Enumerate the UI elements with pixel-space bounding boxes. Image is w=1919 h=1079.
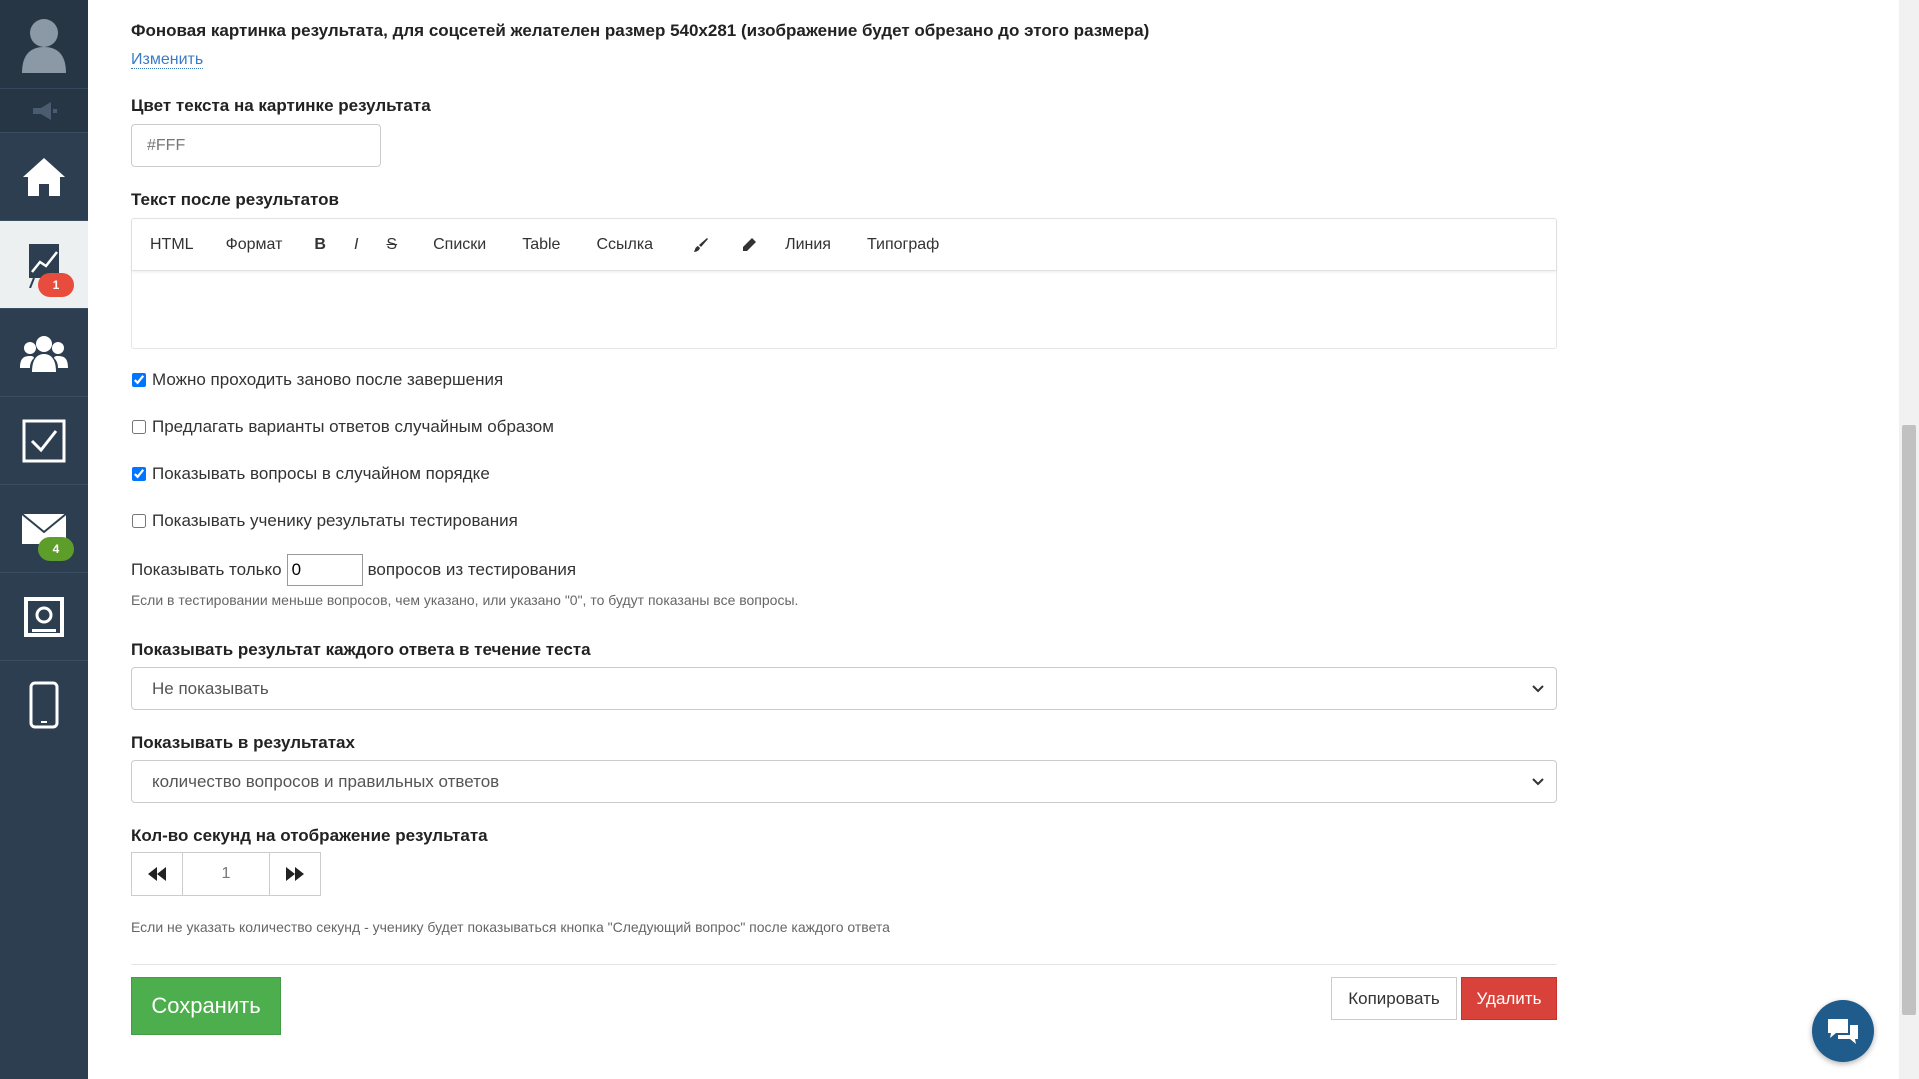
after-text-label: Текст после результатов xyxy=(131,190,339,209)
editor-body[interactable] xyxy=(132,271,1556,348)
show-results-checkbox[interactable] xyxy=(132,514,146,528)
marker-icon xyxy=(743,237,757,251)
delete-button[interactable]: Удалить xyxy=(1461,977,1557,1020)
in-results-selected: количество вопросов и правильных ответов xyxy=(152,771,500,791)
each-answer-select[interactable]: Не показывать xyxy=(131,667,1557,710)
scrollbar[interactable] xyxy=(1899,0,1919,1079)
seconds-decrement-button[interactable] xyxy=(132,853,182,895)
sidebar-item-mail[interactable]: 4 xyxy=(0,484,88,572)
text-color-input[interactable] xyxy=(131,124,381,167)
toolbar-bold-button[interactable]: B xyxy=(302,219,338,270)
toolbar-typograph-button[interactable]: Типограф xyxy=(855,219,951,270)
checkbox-random-answers[interactable]: Предлагать варианты ответов случайным об… xyxy=(131,417,554,437)
random-questions-label: Показывать вопросы в случайном порядке xyxy=(152,464,490,483)
megaphone-icon xyxy=(33,101,57,120)
checkbox-retake[interactable]: Можно проходить заново после завершения xyxy=(131,370,503,390)
notifications-toggle[interactable] xyxy=(0,88,88,132)
toolbar-italic-button[interactable]: I xyxy=(338,219,374,270)
save-button[interactable]: Сохранить xyxy=(131,977,281,1035)
seconds-hint: Если не указать количество секунд - учен… xyxy=(131,919,890,935)
toolbar-marker-button[interactable] xyxy=(725,219,773,270)
editor-toolbar: HTML Формат B I S Списки Table Ссылка Ли… xyxy=(132,219,1556,271)
sidebar-item-users[interactable] xyxy=(0,308,88,396)
bg-image-label: Фоновая картинка результата, для соцсете… xyxy=(131,21,1150,40)
divider xyxy=(131,964,1557,965)
in-results-select[interactable]: количество вопросов и правильных ответов xyxy=(131,760,1557,803)
brush-icon xyxy=(694,237,709,252)
checkbox-random-questions[interactable]: Показывать вопросы в случайном порядке xyxy=(131,464,490,484)
mobile-icon xyxy=(29,681,59,728)
scrollbar-thumb[interactable] xyxy=(1902,425,1916,1015)
each-answer-label: Показывать результат каждого ответа в те… xyxy=(131,640,591,659)
home-icon xyxy=(23,157,65,196)
show-only-hint: Если в тестировании меньше вопросов, чем… xyxy=(131,592,799,608)
toolbar-table-button[interactable]: Table xyxy=(510,219,584,270)
show-only-input[interactable] xyxy=(286,554,363,586)
toolbar-link-button[interactable]: Ссылка xyxy=(584,219,677,270)
retake-label: Можно проходить заново после завершения xyxy=(152,370,504,389)
show-only-prefix: Показывать только xyxy=(131,560,282,579)
sidebar: 1 4 xyxy=(0,0,88,1079)
checkbox-show-results[interactable]: Показывать ученику результаты тестирован… xyxy=(131,511,518,531)
seconds-value[interactable]: 1 xyxy=(182,853,270,895)
user-avatar-icon xyxy=(22,19,66,73)
show-only-suffix: вопросов из тестирования xyxy=(367,560,577,579)
copy-button[interactable]: Копировать xyxy=(1331,977,1457,1020)
sidebar-item-stats[interactable]: 1 xyxy=(0,220,88,308)
settings-icon xyxy=(24,596,64,637)
backward-icon xyxy=(148,867,166,881)
sidebar-item-tasks[interactable] xyxy=(0,396,88,484)
toolbar-brush-button[interactable] xyxy=(677,219,725,270)
toolbar-lists-button[interactable]: Списки xyxy=(421,219,510,270)
text-color-label: Цвет текста на картинке результата xyxy=(131,96,431,115)
seconds-increment-button[interactable] xyxy=(270,853,320,895)
chevron-down-icon xyxy=(1532,684,1544,692)
retake-checkbox[interactable] xyxy=(132,373,146,387)
each-answer-selected: Не показывать xyxy=(152,678,269,698)
show-results-label: Показывать ученику результаты тестирован… xyxy=(152,511,518,530)
chat-button[interactable] xyxy=(1812,1000,1874,1062)
seconds-stepper: 1 xyxy=(131,852,321,896)
rich-text-editor: HTML Формат B I S Списки Table Ссылка Ли… xyxy=(131,218,1557,349)
random-answers-label: Предлагать варианты ответов случайным об… xyxy=(152,417,554,436)
stats-badge: 1 xyxy=(38,273,74,297)
mail-badge: 4 xyxy=(38,537,74,561)
random-answers-checkbox[interactable] xyxy=(132,420,146,434)
checkbox-icon xyxy=(22,419,66,462)
sidebar-item-home[interactable] xyxy=(0,132,88,220)
chevron-down-icon xyxy=(1532,777,1544,785)
users-icon xyxy=(20,335,68,372)
avatar[interactable] xyxy=(0,0,88,88)
show-only-row: Показывать только вопросов из тестирован… xyxy=(131,554,576,586)
random-questions-checkbox[interactable] xyxy=(132,467,146,481)
toolbar-strike-button[interactable]: S xyxy=(374,219,421,270)
toolbar-line-button[interactable]: Линия xyxy=(773,219,855,270)
in-results-label: Показывать в результатах xyxy=(131,733,355,752)
seconds-label: Кол-во секунд на отображение результата xyxy=(131,826,488,845)
sidebar-item-mobile[interactable] xyxy=(0,660,88,748)
change-image-link[interactable]: Изменить xyxy=(131,51,204,69)
forward-icon xyxy=(286,867,304,881)
toolbar-format-button[interactable]: Формат xyxy=(214,219,303,270)
sidebar-item-settings[interactable] xyxy=(0,572,88,660)
chat-icon xyxy=(1828,1019,1858,1044)
toolbar-html-button[interactable]: HTML xyxy=(138,219,214,270)
